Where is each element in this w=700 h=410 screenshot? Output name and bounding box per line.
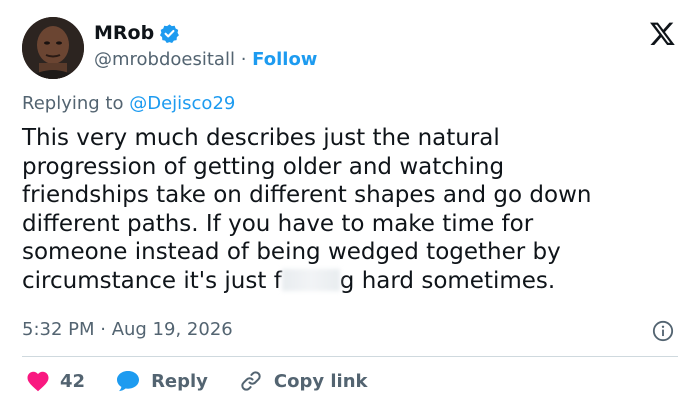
reply-button[interactable]: Reply [115, 369, 208, 393]
author-handle[interactable]: @mrobdoesitall [94, 49, 235, 70]
info-icon[interactable] [652, 320, 674, 342]
heart-icon [27, 371, 49, 392]
reply-bubble-icon [117, 371, 140, 392]
action-bar: 42 Reply Copy link [26, 369, 398, 393]
copy-link-button[interactable]: Copy link [238, 369, 368, 393]
verified-badge-icon [159, 23, 180, 44]
avatar-image [22, 17, 84, 79]
censored-word-blur [281, 268, 340, 291]
like-button[interactable]: 42 [26, 370, 85, 392]
author-name-row: MRob [94, 20, 180, 46]
reply-label: Reply [151, 370, 208, 392]
divider [22, 356, 678, 357]
tweet-text: This very much describes just the natura… [22, 124, 682, 296]
follow-button[interactable]: Follow [252, 49, 317, 70]
copy-link-label: Copy link [273, 370, 368, 392]
x-logo-icon[interactable] [649, 20, 676, 47]
like-count: 42 [60, 370, 86, 392]
tweet-text-after-censor: g hard sometimes. [339, 267, 556, 294]
replying-prefix: Replying to [22, 93, 124, 114]
replying-to: Replying to @Dejisco29 [22, 91, 235, 117]
tweet-timestamp[interactable]: 5:32 PM · Aug 19, 2026 [22, 317, 233, 343]
avatar[interactable] [22, 17, 84, 79]
author-display-name[interactable]: MRob [94, 20, 154, 46]
link-icon [241, 371, 261, 391]
replying-mention-link[interactable]: @Dejisco29 [129, 93, 235, 114]
handle-separator: · [240, 49, 247, 70]
author-handle-row: @mrobdoesitall · Follow [94, 47, 317, 73]
